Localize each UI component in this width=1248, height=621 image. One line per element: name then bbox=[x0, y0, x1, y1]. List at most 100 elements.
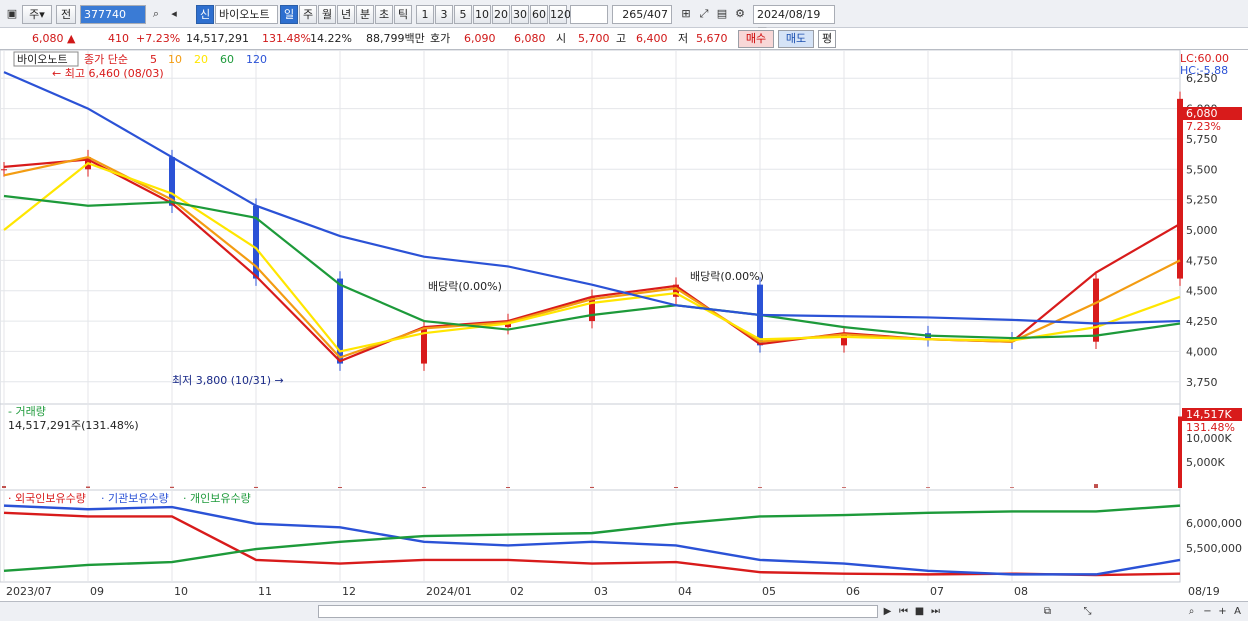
text-size-icon[interactable]: A bbox=[1230, 604, 1245, 619]
price-tick-label: 5,500 bbox=[1186, 163, 1218, 176]
price-tick-label: 4,500 bbox=[1186, 285, 1218, 298]
interval-3[interactable]: 3 bbox=[435, 5, 453, 24]
extra-button[interactable]: 평 bbox=[818, 30, 836, 48]
ma-period-20: 20 bbox=[194, 53, 208, 66]
quote-open: 5,700 bbox=[578, 32, 610, 45]
date-input[interactable]: 2024/08/19 ▦ bbox=[753, 5, 835, 38]
x-tick-label: 02 bbox=[510, 585, 524, 598]
x-tick-label: 03 bbox=[594, 585, 608, 598]
x-tick-label: 07 bbox=[930, 585, 944, 598]
grid-icon[interactable]: ⊞ bbox=[678, 6, 694, 22]
volume-bar bbox=[2, 486, 6, 488]
volume-axis-label: 5,000K bbox=[1186, 456, 1225, 469]
candle-body bbox=[1093, 278, 1099, 342]
indicator-icon[interactable]: ⤡ bbox=[1080, 604, 1095, 619]
speaker-icon[interactable]: ◂ bbox=[166, 6, 182, 22]
tab-4[interactable]: 분 bbox=[356, 5, 374, 24]
period-select[interactable]: 주▾ bbox=[22, 5, 52, 24]
count-display[interactable]: 265/407 bbox=[612, 5, 672, 24]
quote-high: 6,400 bbox=[636, 32, 668, 45]
tab-2[interactable]: 월 bbox=[318, 5, 336, 24]
prev-button[interactable]: 전 bbox=[56, 5, 76, 24]
price-tick-label: 4,250 bbox=[1186, 315, 1218, 328]
ma-period-120: 120 bbox=[246, 53, 267, 66]
high-label: 고 bbox=[616, 32, 627, 45]
custom-interval-input[interactable] bbox=[570, 5, 608, 24]
quote-bid: 6,080 bbox=[514, 32, 546, 45]
candle-body bbox=[1, 169, 7, 171]
interval-60[interactable]: 60 bbox=[530, 5, 548, 24]
layout-icon[interactable]: ⧉ bbox=[1040, 604, 1055, 619]
chart-area[interactable]: 6,2506,0005,7505,5005,2505,0004,7504,500… bbox=[0, 49, 1248, 601]
current-price-label: 6,080 bbox=[1186, 107, 1218, 120]
quote-volume: 14,517,291 bbox=[186, 32, 249, 45]
date-value: 2024/08/19 bbox=[757, 8, 821, 21]
volume-current: 14,517K bbox=[1186, 408, 1232, 421]
volume-bar bbox=[338, 487, 342, 488]
first-icon[interactable]: ⏮ bbox=[896, 604, 911, 619]
price-panel bbox=[0, 49, 1181, 405]
holdings-legend-2: · 개인보유수량 bbox=[183, 492, 251, 505]
ma-period-5: 5 bbox=[150, 53, 157, 66]
stop-icon[interactable]: ■ bbox=[912, 604, 927, 619]
holdings-axis-label: 6,000,000 bbox=[1186, 517, 1242, 530]
stock-name: 바이오노트 bbox=[215, 5, 278, 24]
open-label: 시 bbox=[556, 32, 567, 45]
x-tick-label: 09 bbox=[90, 585, 104, 598]
low-label: 저 bbox=[678, 32, 689, 45]
draw-icon[interactable]: ⤢ bbox=[696, 6, 712, 22]
gear-icon[interactable]: ⚙ bbox=[732, 6, 748, 22]
quote-change-pct: +7.23% bbox=[136, 32, 181, 45]
volume-current-pct: 131.48% bbox=[1186, 421, 1235, 434]
tab-1[interactable]: 주 bbox=[299, 5, 317, 24]
quote-low: 5,670 bbox=[696, 32, 728, 45]
zoom-icon[interactable]: ⌕ bbox=[1184, 604, 1199, 619]
volume-bar bbox=[842, 487, 846, 488]
interval-5[interactable]: 5 bbox=[454, 5, 472, 24]
price-tick-label: 5,250 bbox=[1186, 194, 1218, 207]
search-icon[interactable]: ⌕ bbox=[148, 6, 164, 22]
tab-5[interactable]: 초 bbox=[375, 5, 393, 24]
x-tick-label: 10 bbox=[174, 585, 188, 598]
price-value: 6,080 bbox=[32, 32, 64, 45]
interval-1[interactable]: 1 bbox=[416, 5, 434, 24]
save-icon[interactable]: ▤ bbox=[714, 6, 730, 22]
quote-amount: 88,799백만 bbox=[366, 32, 425, 45]
code-input[interactable]: 377740 bbox=[80, 5, 146, 24]
current-pct-label: 7.23% bbox=[1186, 120, 1221, 133]
quote-change: 410 bbox=[108, 32, 129, 45]
ma-period-10: 10 bbox=[168, 53, 182, 66]
buy-button[interactable]: 매수 bbox=[738, 30, 774, 48]
high-marker: ← 최고 6,460 (08/03) bbox=[52, 67, 164, 80]
quote-turnover: 14.22% bbox=[310, 32, 352, 45]
x-tick-label: 2024/01 bbox=[426, 585, 472, 598]
last-icon[interactable]: ⏭ bbox=[928, 604, 943, 619]
volume-bar bbox=[926, 487, 930, 488]
tab-3[interactable]: 년 bbox=[337, 5, 355, 24]
stock-chart-svg[interactable]: 6,2506,0005,7505,5005,2505,0004,7504,500… bbox=[0, 49, 1248, 601]
volume-bar bbox=[1178, 416, 1182, 488]
stock-badge: 신 bbox=[196, 5, 214, 24]
horizontal-scrollbar[interactable] bbox=[318, 605, 878, 618]
candle-body bbox=[1177, 98, 1183, 279]
x-tick-label: 2023/07 bbox=[6, 585, 52, 598]
tab-0[interactable]: 일 bbox=[280, 5, 298, 24]
interval-10[interactable]: 10 bbox=[473, 5, 491, 24]
interval-30[interactable]: 30 bbox=[511, 5, 529, 24]
interval-20[interactable]: 20 bbox=[492, 5, 510, 24]
tab-6[interactable]: 틱 bbox=[394, 5, 412, 24]
scroll-right-icon[interactable]: ▶ bbox=[880, 604, 895, 619]
volume-bar bbox=[1010, 487, 1014, 488]
quote-bar: 6,080 ▲ 410 +7.23% 14,517,291 131.48% 14… bbox=[0, 28, 1248, 50]
interval-120[interactable]: 120 bbox=[549, 5, 571, 24]
plus-icon[interactable]: + bbox=[1215, 604, 1230, 619]
bottom-bar: ▶ ⏮ ■ ⏭ ⧉ ⤡ ⌕ − + A bbox=[0, 601, 1248, 621]
volume-title: - 거래량 bbox=[8, 405, 46, 418]
window-icon[interactable]: ▣ bbox=[4, 6, 20, 22]
volume-value: 14,517,291주(131.48%) bbox=[8, 419, 139, 432]
sell-button[interactable]: 매도 bbox=[778, 30, 814, 48]
price-tick-label: 4,000 bbox=[1186, 345, 1218, 358]
minus-icon[interactable]: − bbox=[1200, 604, 1215, 619]
x-tick-label: 08/19 bbox=[1188, 585, 1220, 598]
x-tick-label: 04 bbox=[678, 585, 692, 598]
